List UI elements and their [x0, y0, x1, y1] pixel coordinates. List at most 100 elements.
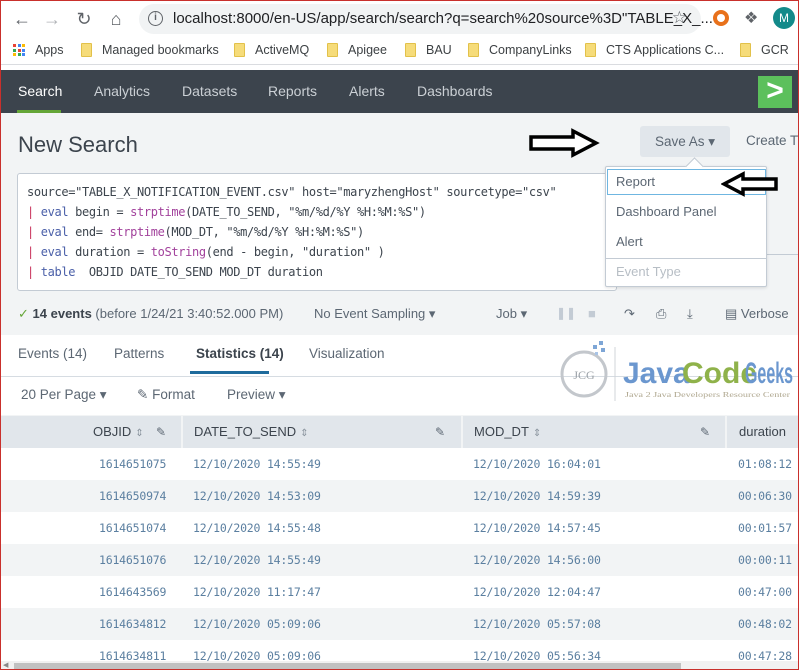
scroll-left-icon[interactable]: ◀: [3, 661, 8, 669]
browser-window: ← → ↻ ⌂ i localhost:8000/en-US/app/searc…: [1, 1, 798, 669]
share-icon[interactable]: ↷: [624, 306, 635, 322]
column-header-objid[interactable]: OBJID ⇕: [93, 416, 144, 448]
bookmark-label: GCR: [761, 43, 789, 57]
cell-mod-dt: 12/10/2020 14:56:00: [473, 553, 601, 567]
bookmark-companylinks[interactable]: CompanyLinks: [468, 43, 572, 57]
site-info-icon[interactable]: i: [148, 11, 163, 26]
query-line: source="TABLE_X_NOTIFICATION_EVENT.csv" …: [27, 185, 557, 199]
event-sampling-dropdown[interactable]: No Event Sampling ▾: [314, 306, 435, 322]
divider: [767, 254, 798, 255]
create-table-view-button[interactable]: Create T: [746, 133, 798, 148]
column-divider: [725, 416, 727, 448]
column-header-mod-dt[interactable]: MOD_DT ⇕: [474, 416, 541, 448]
nav-reports[interactable]: Reports: [268, 83, 317, 99]
edit-column-icon[interactable]: ✎: [700, 416, 710, 448]
bookmark-label: ActiveMQ: [255, 43, 310, 57]
bookmark-apigee[interactable]: Apigee: [327, 43, 387, 57]
nav-datasets[interactable]: Datasets: [182, 83, 237, 99]
bookmark-star-icon[interactable]: ☆: [672, 8, 687, 28]
cell-date-to-send: 12/10/2020 11:17:47: [193, 585, 321, 599]
print-icon[interactable]: ⎙: [656, 306, 666, 322]
query-line: | eval begin = strptime(DATE_TO_SEND, "%…: [27, 205, 426, 219]
stop-icon[interactable]: ■: [588, 306, 596, 321]
cell-date-to-send: 12/10/2020 14:55:49: [193, 553, 321, 567]
scrollbar-thumb[interactable]: [14, 663, 681, 669]
splunk-logo[interactable]: >: [758, 76, 792, 108]
cell-duration: 01:08:12: [738, 457, 792, 471]
bookmark-cts[interactable]: CTS Applications C...: [585, 43, 724, 57]
watermark-badge: JCG: [573, 368, 595, 382]
column-header-date-to-send[interactable]: DATE_TO_SEND ⇕: [194, 416, 309, 448]
column-divider: [461, 416, 463, 448]
table-row: 1614651076 12/10/2020 14:55:49 12/10/202…: [1, 544, 798, 576]
tab-patterns[interactable]: Patterns: [114, 346, 164, 361]
address-bar[interactable]: i localhost:8000/en-US/app/search/search…: [139, 4, 713, 34]
bookmark-gcr[interactable]: GCR: [740, 43, 789, 57]
cell-mod-dt: 12/10/2020 16:04:01: [473, 457, 601, 471]
nav-analytics[interactable]: Analytics: [94, 83, 150, 99]
forward-icon[interactable]: →: [41, 8, 63, 30]
home-icon[interactable]: ⌂: [105, 8, 127, 30]
export-icon[interactable]: ⤓: [687, 306, 693, 322]
bookmark-label: CTS Applications C...: [606, 43, 725, 57]
active-tab-indicator: [190, 371, 269, 374]
cell-duration: 00:01:57: [738, 521, 792, 535]
menu-item-report[interactable]: Report: [616, 174, 655, 189]
java-code-geeks-watermark: JCG Java Code Geeks Java 2 Java Develope…: [560, 341, 793, 401]
format-button[interactable]: ✎ Format: [137, 387, 195, 403]
bookmark-activemq[interactable]: ActiveMQ: [234, 43, 309, 57]
cell-mod-dt: 12/10/2020 12:04:47: [473, 585, 601, 599]
sort-icon[interactable]: ⇕: [533, 428, 541, 439]
bookmark-label: BAU: [426, 43, 452, 57]
profile-avatar[interactable]: M: [773, 7, 795, 29]
cell-date-to-send: 12/10/2020 14:55:48: [193, 521, 321, 535]
watermark-subtitle: Java 2 Java Developers Resource Center: [625, 391, 791, 399]
menu-item-alert[interactable]: Alert: [616, 234, 643, 249]
tab-events[interactable]: Events (14): [18, 346, 87, 361]
bookmark-label: Managed bookmarks: [102, 43, 219, 57]
table-row: 1614650974 12/10/2020 14:53:09 12/10/202…: [1, 480, 798, 512]
cell-mod-dt: 12/10/2020 14:57:45: [473, 521, 601, 535]
folder-icon: [81, 43, 92, 57]
cell-mod-dt: 12/10/2020 05:57:08: [473, 617, 601, 631]
sort-icon[interactable]: ⇕: [135, 428, 143, 439]
cell-objid: 1614651075: [99, 457, 167, 471]
url-text[interactable]: localhost:8000/en-US/app/search/search?q…: [173, 10, 713, 27]
search-mode-menu[interactable]: ▤ Verbose: [725, 306, 789, 322]
pause-icon[interactable]: ❚❚: [556, 306, 576, 320]
cell-duration: 00:48:02: [738, 617, 792, 631]
extension-icon[interactable]: [713, 10, 729, 26]
table-header: OBJID ⇕ ✎ DATE_TO_SEND ⇕ ✎ MOD_DT ⇕ ✎ durat…: [1, 416, 798, 448]
per-page-dropdown[interactable]: 20 Per Page ▾: [21, 387, 107, 403]
tab-visualization[interactable]: Visualization: [309, 346, 385, 361]
column-header-duration[interactable]: duration: [739, 416, 786, 448]
menu-item-dashboard-panel[interactable]: Dashboard Panel: [616, 204, 716, 219]
nav-search[interactable]: Search: [18, 83, 62, 99]
extensions-puzzle-icon[interactable]: ❖: [744, 8, 758, 28]
job-menu[interactable]: Job ▾: [496, 306, 527, 322]
spl-query[interactable]: source="TABLE_X_NOTIFICATION_EVENT.csv" …: [27, 182, 557, 282]
save-as-button[interactable]: Save As ▾: [640, 126, 730, 157]
reload-icon[interactable]: ↻: [73, 8, 95, 30]
folder-icon: [405, 43, 416, 57]
search-query-input[interactable]: source="TABLE_X_NOTIFICATION_EVENT.csv" …: [17, 173, 617, 291]
cell-date-to-send: 12/10/2020 14:53:09: [193, 489, 321, 503]
bookmark-apps[interactable]: Apps: [13, 43, 64, 57]
tab-statistics[interactable]: Statistics (14): [196, 346, 284, 361]
edit-column-icon[interactable]: ✎: [156, 416, 166, 448]
nav-alerts[interactable]: Alerts: [349, 83, 385, 99]
pencil-icon: ✎: [137, 387, 149, 402]
edit-column-icon[interactable]: ✎: [435, 416, 445, 448]
nav-dashboards[interactable]: Dashboards: [417, 83, 493, 99]
annotation-arrow-left-icon: [721, 171, 778, 197]
cell-objid: 1614650974: [99, 489, 167, 503]
bookmark-bau[interactable]: BAU: [405, 43, 452, 57]
back-icon[interactable]: ←: [11, 8, 33, 30]
bookmark-managed[interactable]: Managed bookmarks: [81, 43, 219, 57]
menu-item-event-type: Event Type: [616, 264, 681, 279]
mode-icon: ▤: [725, 306, 738, 321]
check-icon: ✓: [18, 306, 29, 321]
preview-dropdown[interactable]: Preview ▾: [227, 387, 286, 403]
sort-icon[interactable]: ⇕: [300, 428, 308, 439]
cell-objid: 1614651076: [99, 553, 167, 567]
